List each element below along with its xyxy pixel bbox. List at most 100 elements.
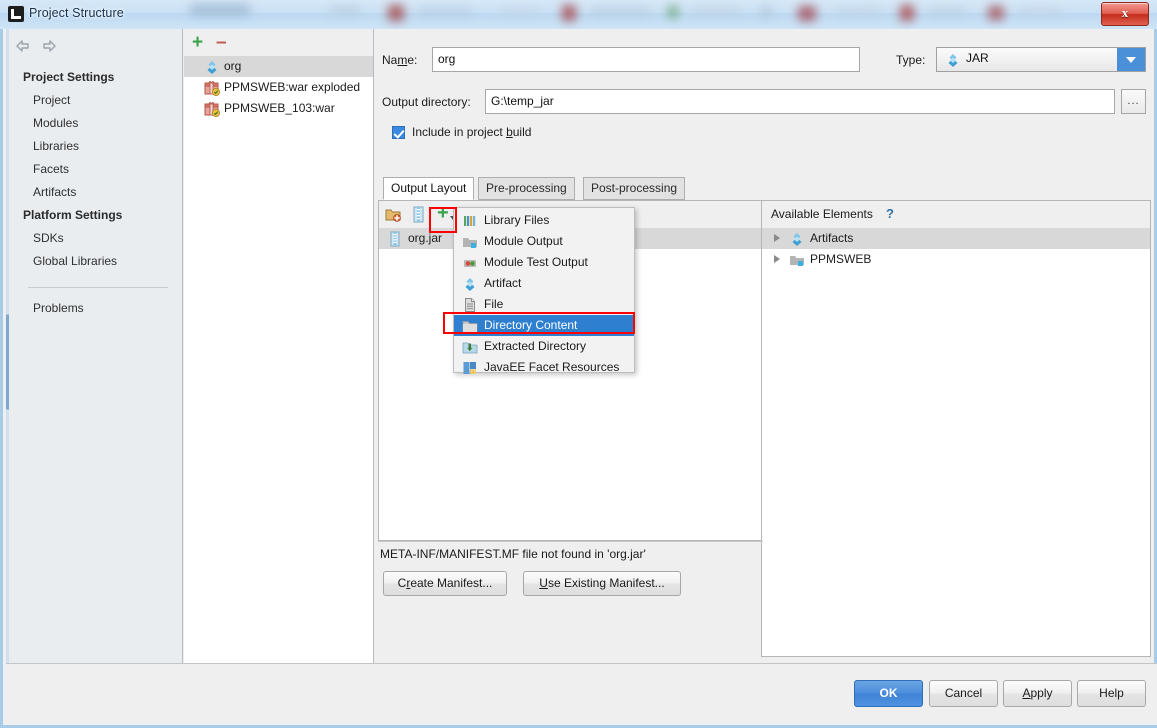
module-test-output-icon — [462, 255, 478, 271]
available-elements-row-ppmsweb[interactable]: PPMSWEB — [762, 249, 1150, 270]
expand-triangle-icon[interactable] — [774, 255, 780, 263]
chevron-down-icon[interactable] — [1117, 48, 1145, 71]
close-button[interactable]: x — [1101, 2, 1149, 26]
apply-button[interactable]: Apply — [1003, 680, 1072, 707]
create-directory-icon[interactable] — [385, 206, 402, 223]
type-combobox[interactable]: JAR — [936, 47, 1146, 72]
available-elements-header: Available Elements ? — [762, 201, 1150, 229]
sidebar-item-modules[interactable]: Modules — [33, 116, 78, 130]
output-layout-row-label: org.jar — [408, 231, 443, 245]
sidebar-item-project[interactable]: Project — [33, 93, 70, 107]
sidebar-item-problems[interactable]: Problems — [33, 301, 84, 315]
sidebar-item-libraries[interactable]: Libraries — [33, 139, 79, 153]
add-copy-of-icon[interactable]: + — [437, 203, 449, 223]
artifact-jar-icon — [462, 276, 478, 292]
dialog-body: Project Settings Project Modules Librari… — [0, 29, 1157, 728]
artifact-row-org[interactable]: org — [184, 56, 373, 77]
ok-button[interactable]: OK — [854, 680, 923, 707]
use-existing-manifest-button[interactable]: Use Existing Manifest... — [523, 571, 681, 596]
popup-item-library-files[interactable]: Library Files — [454, 210, 634, 231]
artifact-jar-icon — [204, 59, 220, 75]
output-directory-label: Output directory: — [382, 95, 471, 109]
popup-item-label: File — [484, 297, 504, 311]
war-icon — [204, 101, 220, 117]
artifact-row-ppmsweb-103-war[interactable]: PPMSWEB_103:war — [184, 98, 373, 119]
popup-item-directory-content[interactable]: Directory Content — [454, 315, 634, 336]
expand-triangle-icon[interactable] — [774, 234, 780, 242]
tab-post-processing[interactable]: Post-processing — [583, 177, 686, 200]
remove-artifact-button[interactable]: – — [216, 33, 227, 52]
popup-item-label: JavaEE Facet Resources — [484, 360, 620, 374]
help-button[interactable]: Help — [1077, 680, 1146, 707]
svg-text:EE: EE — [471, 369, 477, 374]
tab-pre-processing[interactable]: Pre-processing — [478, 177, 575, 200]
jar-icon — [387, 231, 403, 247]
sidebar-item-facets[interactable]: Facets — [33, 162, 69, 176]
intellij-idea-icon — [8, 6, 24, 22]
sidebar-divider — [28, 287, 168, 288]
browse-output-directory-button[interactable]: ... — [1121, 89, 1146, 114]
popup-item-label: Module Output — [484, 234, 563, 248]
tab-output-layout[interactable]: Output Layout — [383, 177, 475, 200]
available-elements-panel: Available Elements ? Artifacts PPMSWEB — [761, 200, 1151, 657]
popup-item-module-test-output[interactable]: Module Test Output — [454, 252, 634, 273]
popup-item-artifact[interactable]: Artifact — [454, 273, 634, 294]
add-artifact-button[interactable]: + — [192, 33, 203, 52]
javaee-facet-icon: EE — [462, 360, 478, 376]
output-directory-input[interactable]: G:\temp_jar — [485, 89, 1115, 114]
include-in-build-checkbox[interactable] — [392, 126, 405, 139]
library-files-icon — [462, 213, 478, 229]
editor-tabs: Output Layout Pre-processing Post-proces… — [383, 177, 1143, 200]
artifact-list-panel: + – org PPMSWEB:war exploded PPMSWEB_103… — [184, 29, 374, 663]
artifact-jar-icon — [945, 52, 961, 68]
sidebar-item-artifacts[interactable]: Artifacts — [33, 185, 76, 199]
settings-sidebar: Project Settings Project Modules Librari… — [6, 29, 183, 663]
dialog-footer: OK Cancel Apply Help — [6, 663, 1157, 725]
extracted-directory-icon — [462, 339, 478, 355]
sidebar-group-platform-settings: Platform Settings — [23, 208, 123, 222]
popup-item-label: Artifact — [484, 276, 522, 290]
module-output-icon — [462, 234, 478, 250]
artifact-jar-icon — [789, 231, 805, 247]
manifest-divider — [378, 541, 763, 542]
war-exploded-icon — [204, 80, 220, 96]
artifact-label: PPMSWEB_103:war — [224, 101, 335, 115]
sidebar-left-edge — [6, 29, 9, 663]
popup-item-extracted-directory[interactable]: Extracted Directory — [454, 336, 634, 357]
file-icon — [462, 297, 478, 313]
popup-item-label: Directory Content — [484, 318, 578, 332]
project-structure-dialog: Project Structure x Project Settings Pro… — [0, 0, 1157, 728]
include-in-build-label: Include in project build — [412, 125, 532, 139]
create-archive-icon[interactable] — [410, 206, 427, 223]
available-elements-row-label: Artifacts — [810, 231, 854, 245]
sidebar-group-project-settings: Project Settings — [23, 70, 115, 84]
artifact-label: org — [224, 59, 242, 73]
artifact-row-ppmsweb-war-exploded[interactable]: PPMSWEB:war exploded — [184, 77, 373, 98]
navigation-arrows — [14, 37, 74, 57]
help-icon[interactable]: ? — [886, 206, 894, 221]
name-input[interactable]: org — [432, 47, 860, 72]
create-manifest-button[interactable]: Create Manifest... — [383, 571, 507, 596]
add-element-popup-menu: Library Files Module Output Module Test … — [453, 207, 635, 374]
available-elements-title: Available Elements — [771, 207, 873, 221]
artifact-list-toolbar: + – — [184, 29, 373, 57]
artifact-label: PPMSWEB:war exploded — [224, 80, 361, 94]
type-value: JAR — [966, 51, 989, 65]
close-icon: x — [1121, 5, 1129, 20]
cancel-button[interactable]: Cancel — [929, 680, 998, 707]
type-label: Type: — [896, 53, 926, 67]
name-label: Name: — [382, 53, 418, 67]
manifest-message: META-INF/MANIFEST.MF file not found in '… — [380, 547, 646, 561]
back-arrow-icon[interactable] — [14, 37, 32, 55]
sidebar-item-sdks[interactable]: SDKs — [33, 231, 64, 245]
popup-item-file[interactable]: File — [454, 294, 634, 315]
sidebar-item-global-libraries[interactable]: Global Libraries — [33, 254, 117, 268]
module-output-icon — [789, 252, 805, 268]
directory-icon — [462, 318, 478, 334]
title-bar: Project Structure x — [0, 0, 1157, 30]
forward-arrow-icon[interactable] — [40, 37, 58, 55]
available-elements-row-artifacts[interactable]: Artifacts — [762, 228, 1150, 249]
popup-item-module-output[interactable]: Module Output — [454, 231, 634, 252]
popup-item-javaee-facet-resources[interactable]: EE JavaEE Facet Resources — [454, 357, 634, 378]
available-elements-row-label: PPMSWEB — [810, 252, 872, 266]
